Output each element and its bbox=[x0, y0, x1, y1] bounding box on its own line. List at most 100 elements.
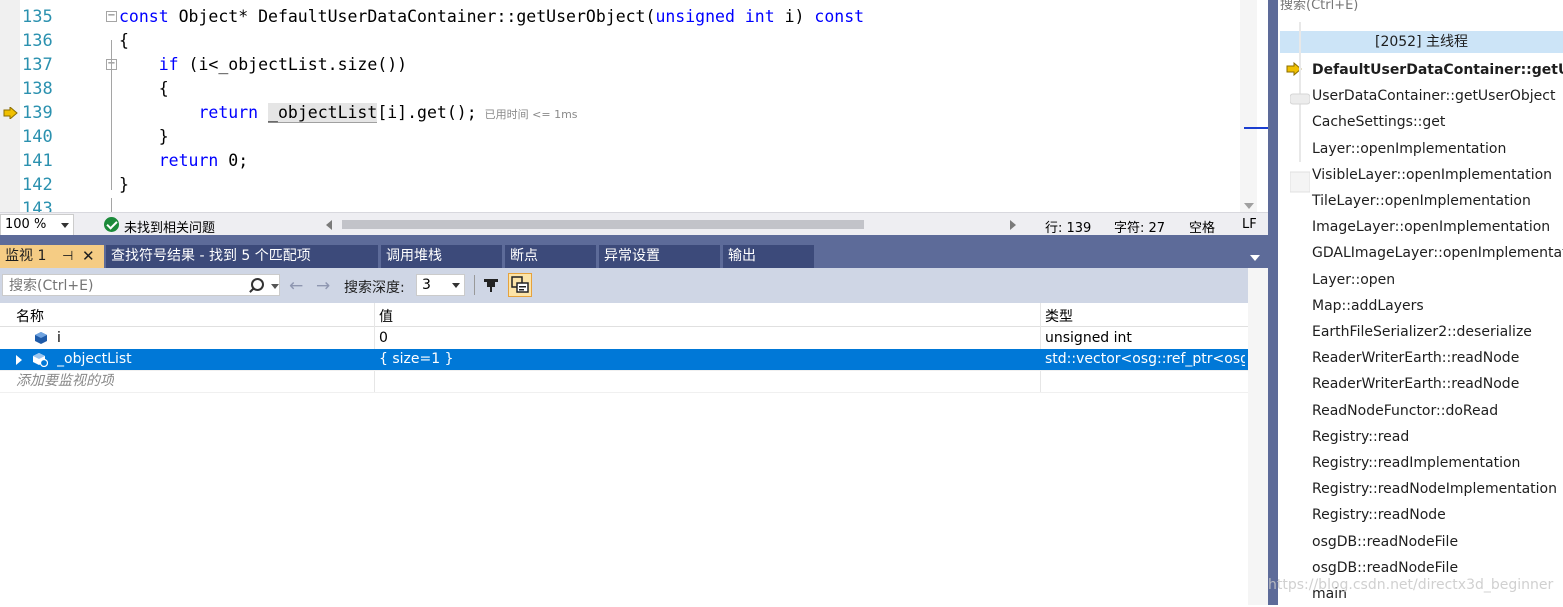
fold-toggle-icon[interactable]: − bbox=[106, 11, 117, 22]
frame-label: ReaderWriterEarth::readNode bbox=[1312, 376, 1520, 393]
chevron-down-icon bbox=[452, 283, 460, 288]
expand-arrow-icon[interactable] bbox=[16, 355, 22, 365]
call-stack-frame[interactable]: ImageLayer::openImplementation bbox=[1280, 214, 1563, 240]
scrollbar-caret-marker bbox=[1244, 127, 1268, 129]
code-line[interactable]: 139 return _objectList[i].get(); 已用时间 <= … bbox=[0, 101, 1240, 125]
call-stack-frame[interactable]: Layer::openImplementation bbox=[1280, 136, 1563, 162]
code-line[interactable]: 138 { bbox=[0, 77, 1240, 101]
line-number: 140 bbox=[22, 127, 53, 147]
code-text[interactable]: return 0; bbox=[119, 149, 248, 173]
call-stack-frame[interactable]: DefaultUserDataContainer::getUser bbox=[1280, 57, 1563, 83]
watch-value-cell[interactable]: 0 bbox=[379, 328, 388, 349]
tab-call-stack[interactable]: 调用堆栈 bbox=[381, 245, 502, 268]
thread-header[interactable]: [2052] 主线程 bbox=[1280, 31, 1563, 53]
scrollbar-thumb[interactable] bbox=[342, 220, 864, 229]
call-stack-frame[interactable]: UserDataContainer::getUserObject bbox=[1280, 83, 1563, 109]
call-stack-search[interactable]: 搜索(Ctrl+E) bbox=[1280, 0, 1563, 13]
pin-filter-icon[interactable] bbox=[483, 277, 499, 293]
call-stack-frame[interactable]: Map::addLayers bbox=[1280, 293, 1563, 319]
call-stack-frame[interactable]: TileLayer::openImplementation bbox=[1280, 188, 1563, 214]
code-text[interactable]: return _objectList[i].get(); 已用时间 <= 1ms bbox=[119, 101, 578, 127]
code-line[interactable]: 140 } bbox=[0, 125, 1240, 149]
indent-guide bbox=[111, 198, 112, 212]
search-previous-icon[interactable]: ← bbox=[289, 276, 303, 296]
watch-name-cell: _objectList bbox=[57, 351, 132, 367]
issues-status[interactable]: 未找到相关问题 bbox=[124, 217, 215, 235]
watch-row-i[interactable]: i 0 unsigned int bbox=[0, 328, 1248, 350]
keyword-token: int bbox=[744, 7, 775, 26]
scroll-left-arrow-icon[interactable] bbox=[326, 220, 332, 230]
watch-grid-header: 名称 值 类型 bbox=[0, 303, 1248, 327]
keyword-token: unsigned bbox=[655, 7, 735, 26]
tab-exception-settings[interactable]: 异常设置 bbox=[599, 245, 720, 268]
watch-search-box[interactable] bbox=[2, 274, 280, 296]
call-stack-frame[interactable]: CacheSettings::get bbox=[1280, 109, 1563, 135]
code-text[interactable]: } bbox=[119, 173, 129, 197]
scroll-down-arrow-icon[interactable] bbox=[1244, 203, 1254, 209]
tab-breakpoints[interactable]: 断点 bbox=[505, 245, 596, 268]
call-stack-frame[interactable]: VisibleLayer::openImplementation bbox=[1280, 162, 1563, 188]
line-indicator[interactable]: 行: 139 bbox=[1045, 217, 1091, 235]
zoom-slider-overlay[interactable] bbox=[1290, 22, 1310, 202]
column-name-header[interactable]: 名称 bbox=[16, 306, 44, 326]
scroll-right-arrow-icon[interactable] bbox=[1010, 220, 1016, 230]
zoom-dropdown[interactable]: 100 % bbox=[0, 214, 74, 235]
code-text[interactable]: const Object* DefaultUserDataContainer::… bbox=[119, 5, 864, 29]
code-text[interactable]: { bbox=[119, 29, 129, 53]
watch-row-objectlist[interactable]: _objectList { size=1 } std::vector<osg::… bbox=[0, 349, 1248, 371]
code-line[interactable]: 135− const Object* DefaultUserDataContain… bbox=[0, 5, 1240, 29]
line-number: 142 bbox=[22, 175, 53, 195]
code-line[interactable]: 137− if (i<_objectList.size()) bbox=[0, 53, 1240, 77]
code-line[interactable]: 141 return 0; bbox=[0, 149, 1240, 173]
call-stack-frame[interactable]: Registry::readNode bbox=[1280, 502, 1563, 528]
tab-find-symbol-results[interactable]: 查找符号结果 - 找到 5 个匹配项 bbox=[106, 245, 378, 268]
watch-vertical-scrollbar[interactable] bbox=[1248, 268, 1268, 605]
code-line[interactable]: 136 { bbox=[0, 29, 1240, 53]
frame-label: Layer::open bbox=[1312, 271, 1396, 288]
code-text[interactable]: { bbox=[119, 77, 169, 101]
search-depth-dropdown[interactable]: 3 bbox=[416, 274, 465, 296]
watermark-text: https://blog.csdn.net/directx3d_beginner bbox=[1268, 577, 1554, 593]
call-stack-frame[interactable]: GDALImageLayer::openImplementatio bbox=[1280, 240, 1563, 266]
search-next-icon[interactable]: → bbox=[316, 276, 330, 296]
call-stack-frame[interactable]: EarthFileSerializer2::deserialize bbox=[1280, 319, 1563, 345]
watch-add-row[interactable]: 添加要监视的项 bbox=[0, 371, 1248, 393]
code-line[interactable]: 142} bbox=[0, 173, 1240, 197]
call-stack-frame[interactable]: ReadNodeFunctor::doRead bbox=[1280, 398, 1563, 424]
call-stack-frame[interactable]: Registry::readImplementation bbox=[1280, 450, 1563, 476]
eol-indicator[interactable]: LF bbox=[1242, 217, 1257, 232]
add-watch-placeholder[interactable]: 添加要监视的项 bbox=[16, 371, 114, 392]
tab-output[interactable]: 输出 bbox=[723, 245, 814, 268]
call-stack-frame[interactable]: ReaderWriterEarth::readNode bbox=[1280, 345, 1563, 371]
watch-value-cell[interactable]: { size=1 } bbox=[379, 349, 454, 370]
watch-grid[interactable]: 名称 值 类型 i 0 unsigned int _objectList { s… bbox=[0, 303, 1248, 605]
close-icon[interactable]: ✕ bbox=[82, 245, 95, 268]
code-editor[interactable]: 135− const Object* DefaultUserDataContain… bbox=[0, 0, 1268, 235]
editor-vertical-scrollbar[interactable] bbox=[1240, 0, 1257, 212]
call-stack-frame[interactable]: Registry::read bbox=[1280, 424, 1563, 450]
code-text[interactable]: } bbox=[119, 125, 169, 149]
editor-horizontal-scrollbar[interactable] bbox=[326, 217, 1016, 232]
column-value-header[interactable]: 值 bbox=[379, 306, 393, 326]
keyword-token: const bbox=[119, 7, 169, 26]
watch-toolbar: ← → 搜索深度: 3 bbox=[0, 268, 1268, 303]
code-text[interactable]: if (i<_objectList.size()) bbox=[119, 53, 407, 77]
column-type-header[interactable]: 类型 bbox=[1045, 306, 1073, 326]
call-stack-frame[interactable]: Layer::open bbox=[1280, 267, 1563, 293]
search-input[interactable] bbox=[7, 276, 241, 296]
chevron-down-icon[interactable] bbox=[271, 284, 279, 289]
tab-watch-1[interactable]: 监视 1 ⊣ ✕ bbox=[0, 245, 104, 268]
call-stack-frame[interactable]: ReaderWriterEarth::readNode bbox=[1280, 371, 1563, 397]
frame-label: Layer::openImplementation bbox=[1312, 140, 1507, 157]
whitespace-indicator[interactable]: 空格 bbox=[1189, 217, 1215, 235]
char-indicator[interactable]: 字符: 27 bbox=[1114, 217, 1165, 235]
search-icon[interactable] bbox=[251, 278, 264, 291]
tab-overflow-icon[interactable] bbox=[1250, 255, 1260, 261]
call-stack-frame[interactable]: Registry::readNodeImplementation bbox=[1280, 476, 1563, 502]
call-stack-frame[interactable]: osgDB::readNodeFile bbox=[1280, 529, 1563, 555]
hex-display-button[interactable] bbox=[508, 273, 532, 297]
pin-icon[interactable]: ⊣ bbox=[62, 245, 73, 268]
watch-name-cell: i bbox=[57, 330, 61, 346]
